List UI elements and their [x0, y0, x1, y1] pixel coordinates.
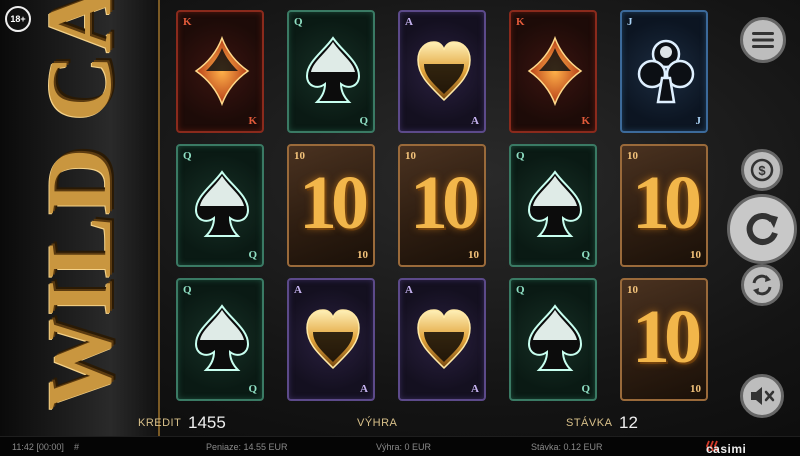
card-rank-bottom: A: [471, 383, 479, 395]
card-rank-bottom: Q: [581, 249, 590, 261]
card-rank-top: A: [405, 284, 413, 296]
autoplay-button[interactable]: [741, 264, 783, 306]
hamburger-menu-icon: [752, 31, 774, 49]
reel-grid: K K Q Q Q Q Q Q 10 10 10 A A A A 10 10 10 A A K K Q Q Q Q J J 10 10 10…: [170, 6, 715, 408]
reel-1-row-3-card: QQ: [176, 278, 264, 401]
card-rank-bottom: Q: [248, 249, 257, 261]
brand-name: casimi: [706, 442, 747, 456]
card-rank-bottom: J: [695, 115, 702, 127]
reel-5-row-2-card: 10 10 10: [620, 144, 708, 267]
card-rank-top: A: [405, 16, 413, 28]
card-rank-bottom: 10: [357, 249, 368, 261]
card-rank-bottom: Q: [359, 115, 368, 127]
spin-arrow-icon: [742, 209, 782, 249]
card-rank-top: K: [516, 16, 525, 28]
card-rank-top: K: [183, 16, 192, 28]
game-stage: WILD CARD 18+ K K Q Q Q Q Q Q 10 10 10 A A A A 10 10 10 A A…: [0, 0, 800, 436]
card-rank-bottom: 10: [468, 249, 479, 261]
session-time: 11:42 [00:00]: [12, 442, 64, 452]
reel-2-row-2-card: 10 10 10: [287, 144, 375, 267]
card-rank-bottom: A: [471, 115, 479, 127]
game-logo: WILD CARD: [28, 0, 130, 410]
ten-symbol: 10: [410, 161, 480, 245]
card-rank-top: Q: [516, 150, 525, 162]
dollar-coin-icon: $: [750, 158, 774, 182]
card-rank-top: Q: [183, 284, 192, 296]
menu-button[interactable]: [740, 17, 786, 63]
bet-label: STÁVKA: [566, 417, 613, 429]
card-rank-bottom: A: [360, 383, 368, 395]
ten-symbol: 10: [632, 161, 702, 245]
autoplay-arrows-icon: [749, 272, 775, 298]
bet-value: 12: [619, 413, 638, 432]
win-status: Výhra: 0 EUR: [376, 442, 432, 452]
bet-status: Stávka: 0.12 EUR: [531, 442, 603, 452]
card-rank-bottom: Q: [248, 383, 257, 395]
card-rank-bottom: Q: [581, 383, 590, 395]
ten-symbol: 10: [299, 161, 369, 245]
reel-1-row-1-card: KK: [176, 10, 264, 133]
status-bar: 11:42 [00:00] # Peniaze: 14.55 EUR Výhra…: [0, 436, 800, 456]
ten-symbol: 10: [632, 295, 702, 379]
card-rank-top: A: [294, 284, 302, 296]
game-logo-strip: WILD CARD: [0, 0, 160, 436]
win-label: VÝHRA: [357, 417, 398, 429]
info-bar: KREDIT 1455 VÝHRA STÁVKA 12: [120, 410, 680, 436]
card-rank-bottom: 10: [690, 249, 701, 261]
card-rank-top: J: [627, 16, 633, 28]
reel-3-row-1-card: AA: [398, 10, 486, 133]
reel-5-row-1-card: JJ: [620, 10, 708, 133]
card-rank-bottom: K: [248, 115, 257, 127]
reel-5-row-3-card: 10 10 10: [620, 278, 708, 401]
card-rank-top: Q: [294, 16, 303, 28]
sound-toggle-button[interactable]: [740, 374, 784, 418]
svg-text:$: $: [758, 163, 766, 178]
card-rank-bottom: 10: [690, 383, 701, 395]
credit-value: 1455: [188, 413, 226, 432]
reel-4-row-3-card: QQ: [509, 278, 597, 401]
spin-button[interactable]: [727, 194, 797, 264]
balance-status: Peniaze: 14.55 EUR: [206, 442, 288, 452]
reel-1-row-2-card: QQ: [176, 144, 264, 267]
reel-2-row-1-card: QQ: [287, 10, 375, 133]
card-rank-top: Q: [183, 150, 192, 162]
reel-4-row-2-card: QQ: [509, 144, 597, 267]
age-restriction-badge: 18+: [5, 6, 31, 32]
card-rank-bottom: K: [581, 115, 590, 127]
bet-settings-button[interactable]: $: [741, 149, 783, 191]
speaker-muted-icon: [749, 385, 775, 407]
reel-4-row-1-card: KK: [509, 10, 597, 133]
reel-2-row-3-card: AA: [287, 278, 375, 401]
reel-3-row-3-card: AA: [398, 278, 486, 401]
card-rank-top: Q: [516, 284, 525, 296]
round-id-hash: #: [74, 442, 80, 452]
reel-3-row-2-card: 10 10 10: [398, 144, 486, 267]
credit-label: KREDIT: [138, 417, 182, 429]
